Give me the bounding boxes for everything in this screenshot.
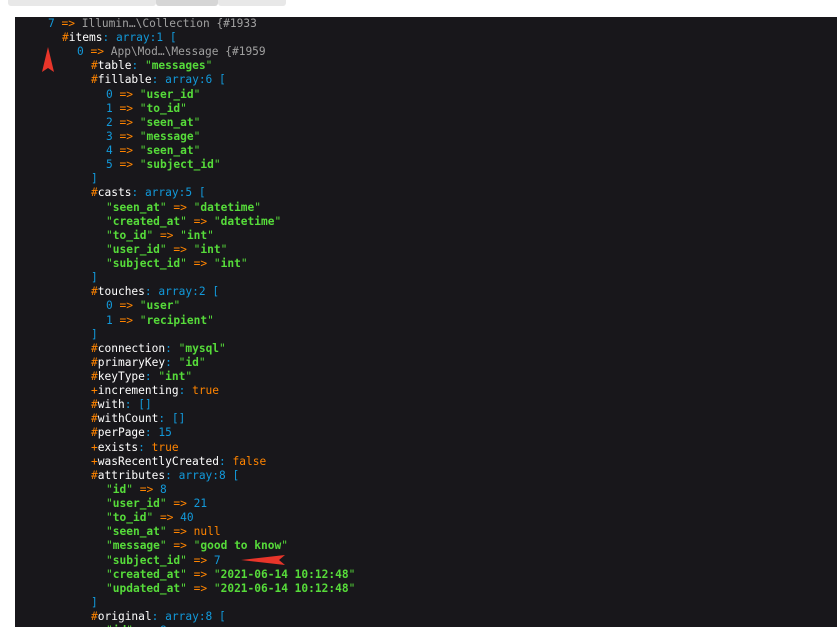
dump-line: #with: []: [91, 398, 152, 412]
dump-line: "to_id" => "int": [106, 228, 214, 242]
dump-line: "created_at" => "2021-06-14 10:12:48": [106, 567, 356, 581]
dump-line: #keyType: "int": [91, 370, 193, 383]
dump-panel: 7 => Illumin…\Collection {#1933 #items: a…: [15, 17, 837, 627]
dump-line: ]: [91, 595, 98, 609]
dump-line: 0 => "user": [106, 299, 181, 313]
dump-line: #primaryKey: "id": [91, 355, 206, 369]
dump-line: "seen_at" => null: [106, 525, 221, 539]
dump-line: #original: array:8 [: [91, 610, 226, 624]
dump-line: +exists: true: [91, 440, 179, 454]
dump-line: +wasRecentlyCreated: false: [91, 454, 267, 468]
browser-tab[interactable]: [8, 0, 156, 6]
dump-line: #touches: array:2 [: [91, 285, 220, 299]
dump-line: "subject_id" => "int": [106, 257, 248, 271]
dump-line: #connection: "mysql": [91, 341, 226, 355]
dump-line: #casts: array:5 [: [91, 186, 206, 200]
browser-tab[interactable]: [218, 0, 286, 6]
dump-line: "subject_id" => 7: [106, 553, 221, 567]
dump-line: ]: [91, 172, 98, 186]
dump-line: #withCount: []: [91, 412, 186, 426]
dump-line: "seen_at" => "datetime": [106, 200, 262, 214]
dump-line: 3 => "message": [106, 129, 201, 143]
browser-tab-active[interactable]: [156, 0, 218, 6]
dump-line: 5 => "subject_id": [106, 158, 221, 172]
dump-line: "to_id" => 40: [106, 511, 194, 525]
dump-line: ]: [91, 327, 98, 341]
dump-line: 1 => "to_id": [106, 101, 187, 115]
dump-line: ]: [91, 271, 98, 285]
var-dump-output: 7 => Illumin…\Collection {#1933 #items: a…: [15, 17, 837, 627]
dump-line: #items: array:1 [: [62, 31, 177, 45]
red-arrow-up-icon: [42, 47, 54, 72]
dump-line: 0 => App\Mod…\Message {#1959: [77, 45, 266, 59]
dump-line: "message" => "good to know": [106, 539, 288, 553]
dump-line: "created_at" => "datetime": [106, 214, 282, 228]
dump-line: 1 => "recipient": [106, 313, 214, 327]
dump-line: 7 => Illumin…\Collection {#1933: [48, 17, 257, 30]
red-arrow-left-icon: [241, 555, 285, 565]
dump-line: "user_id" => "int": [106, 242, 228, 256]
dump-line: 0 => "user_id": [106, 87, 201, 101]
dump-line: #attributes: array:8 [: [91, 468, 240, 482]
dump-line: #fillable: array:6 [: [91, 73, 226, 87]
browser-tab-strip: [0, 0, 837, 17]
dump-line: #table: "messages": [91, 59, 213, 73]
dump-line: "updated_at" => "2021-06-14 10:12:48": [106, 581, 356, 595]
dump-line: 2 => "seen_at": [106, 115, 201, 129]
dump-line: #perPage: 15: [91, 426, 172, 440]
dump-line: +incrementing: true: [91, 384, 220, 398]
dump-line: 4 => "seen_at": [106, 144, 201, 158]
dump-line: "id" => 8: [106, 482, 167, 496]
dump-line: "user_id" => 21: [106, 497, 208, 511]
